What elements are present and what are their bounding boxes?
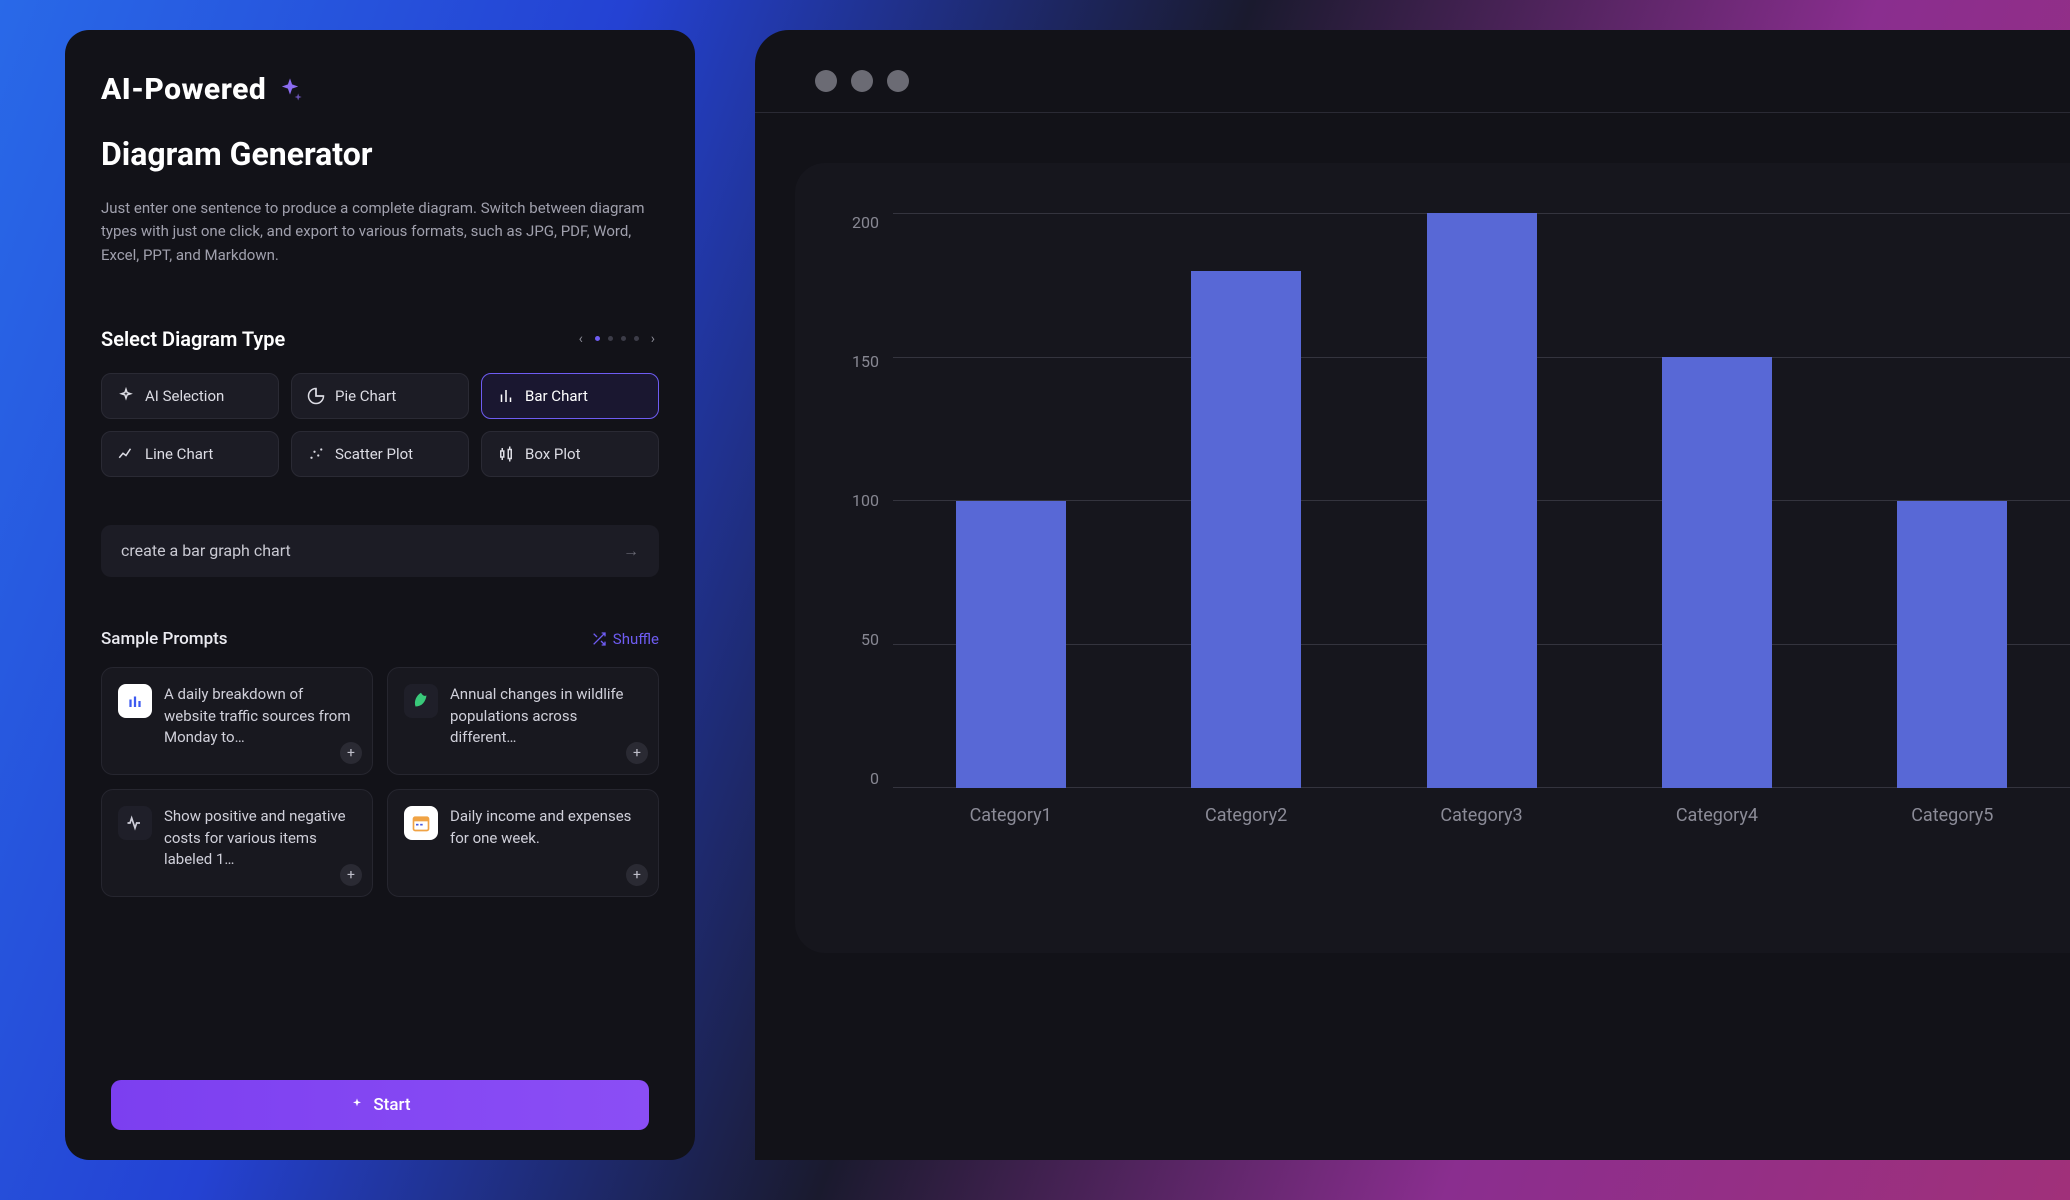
generator-panel: AI-Powered Diagram Generator Just enter … [65,30,695,1160]
bar-column [893,213,1128,788]
sparkle-icon [349,1097,365,1113]
calendar-icon [404,806,438,840]
bar-column [1835,213,2070,788]
sample-card[interactable]: Annual changes in wildlife populations a… [387,667,659,775]
sample-text: Annual changes in wildlife populations a… [450,684,642,758]
plus-icon[interactable]: + [340,864,362,886]
sample-card[interactable]: Show positive and negative costs for var… [101,789,373,897]
shuffle-icon [591,631,607,647]
start-button[interactable]: Start [111,1080,649,1130]
x-tick: Category2 [1128,793,1363,833]
type-label: Bar Chart [525,387,588,405]
type-label: AI Selection [145,387,224,405]
x-axis: Category1Category2Category3Category4Cate… [893,793,2070,833]
sparkle-icon [276,76,304,104]
prompt-input-value: create a bar graph chart [121,541,291,560]
scatter-plot-icon [307,445,325,463]
brand-label: AI-Powered [101,72,266,107]
leaf-icon [404,684,438,718]
traffic-light[interactable] [851,70,873,92]
type-scatter-plot[interactable]: Scatter Plot [291,431,469,477]
chart-container: 200 150 100 50 0 Category1Category2Categ… [795,163,2070,953]
plus-icon[interactable]: + [626,742,648,764]
sample-card[interactable]: A daily breakdown of website traffic sou… [101,667,373,775]
y-tick: 100 [852,491,879,510]
page-title: Diagram Generator [101,135,659,173]
samples-heading: Sample Prompts [101,629,228,649]
traffic-light[interactable] [887,70,909,92]
bar-column [1364,213,1599,788]
type-label: Line Chart [145,445,213,463]
bars [893,213,2070,788]
bar [1191,271,1301,789]
prompt-input[interactable]: create a bar graph chart → [101,525,659,577]
type-bar-chart[interactable]: Bar Chart [481,373,659,419]
pager-dot[interactable] [595,336,600,341]
sample-text: Daily income and expenses for one week. [450,806,642,880]
brand: AI-Powered [101,72,659,107]
divider [755,112,2070,113]
bar-column [1599,213,1834,788]
plus-icon[interactable]: + [626,864,648,886]
type-label: Scatter Plot [335,445,413,463]
diagram-type-heading: Select Diagram Type [101,327,285,351]
x-tick: Category3 [1364,793,1599,833]
type-box-plot[interactable]: Box Plot [481,431,659,477]
waveform-icon [118,806,152,840]
sample-text: A daily breakdown of website traffic sou… [164,684,356,758]
samples-header: Sample Prompts Shuffle [101,629,659,649]
bar-column [1128,213,1363,788]
start-label: Start [373,1095,410,1115]
chevron-left-icon[interactable]: ‹ [575,331,587,347]
samples-grid: A daily breakdown of website traffic sou… [101,667,659,897]
box-plot-icon [497,445,515,463]
diagram-type-header: Select Diagram Type ‹ › [101,327,659,351]
type-label: Pie Chart [335,387,396,405]
arrow-right-icon[interactable]: → [623,541,639,561]
chevron-right-icon[interactable]: › [647,331,659,347]
x-tick: Category4 [1599,793,1834,833]
bar-chart-icon [118,684,152,718]
y-tick: 150 [852,352,879,371]
x-tick: Category1 [893,793,1128,833]
preview-panel: 200 150 100 50 0 Category1Category2Categ… [755,30,2070,1160]
window-controls [755,60,2070,112]
shuffle-label: Shuffle [613,630,659,648]
x-tick: Category5 [1835,793,2070,833]
type-ai-selection[interactable]: AI Selection [101,373,279,419]
bar-chart: 200 150 100 50 0 Category1Category2Categ… [885,213,2070,833]
bar [956,501,1066,789]
type-label: Box Plot [525,445,580,463]
pie-chart-icon [307,387,325,405]
diagram-type-grid: AI Selection Pie Chart Bar Chart Line Ch… [101,373,659,477]
sample-card[interactable]: Daily income and expenses for one week. … [387,789,659,897]
line-chart-icon [117,445,135,463]
type-pager: ‹ › [575,331,659,347]
type-pie-chart[interactable]: Pie Chart [291,373,469,419]
y-tick: 50 [861,630,879,649]
y-axis: 200 150 100 50 0 [845,213,879,788]
plus-icon[interactable]: + [340,742,362,764]
pager-dot[interactable] [621,336,626,341]
bar [1897,501,2007,789]
page-description: Just enter one sentence to produce a com… [101,197,659,267]
bar [1427,213,1537,788]
type-line-chart[interactable]: Line Chart [101,431,279,477]
pager-dot[interactable] [608,336,613,341]
sparkle-icon [117,387,135,405]
y-tick: 200 [852,213,879,232]
sample-text: Show positive and negative costs for var… [164,806,356,880]
bar-chart-icon [497,387,515,405]
bar [1662,357,1772,788]
pager-dot[interactable] [634,336,639,341]
traffic-light[interactable] [815,70,837,92]
shuffle-button[interactable]: Shuffle [591,630,659,648]
y-tick: 0 [870,769,879,788]
